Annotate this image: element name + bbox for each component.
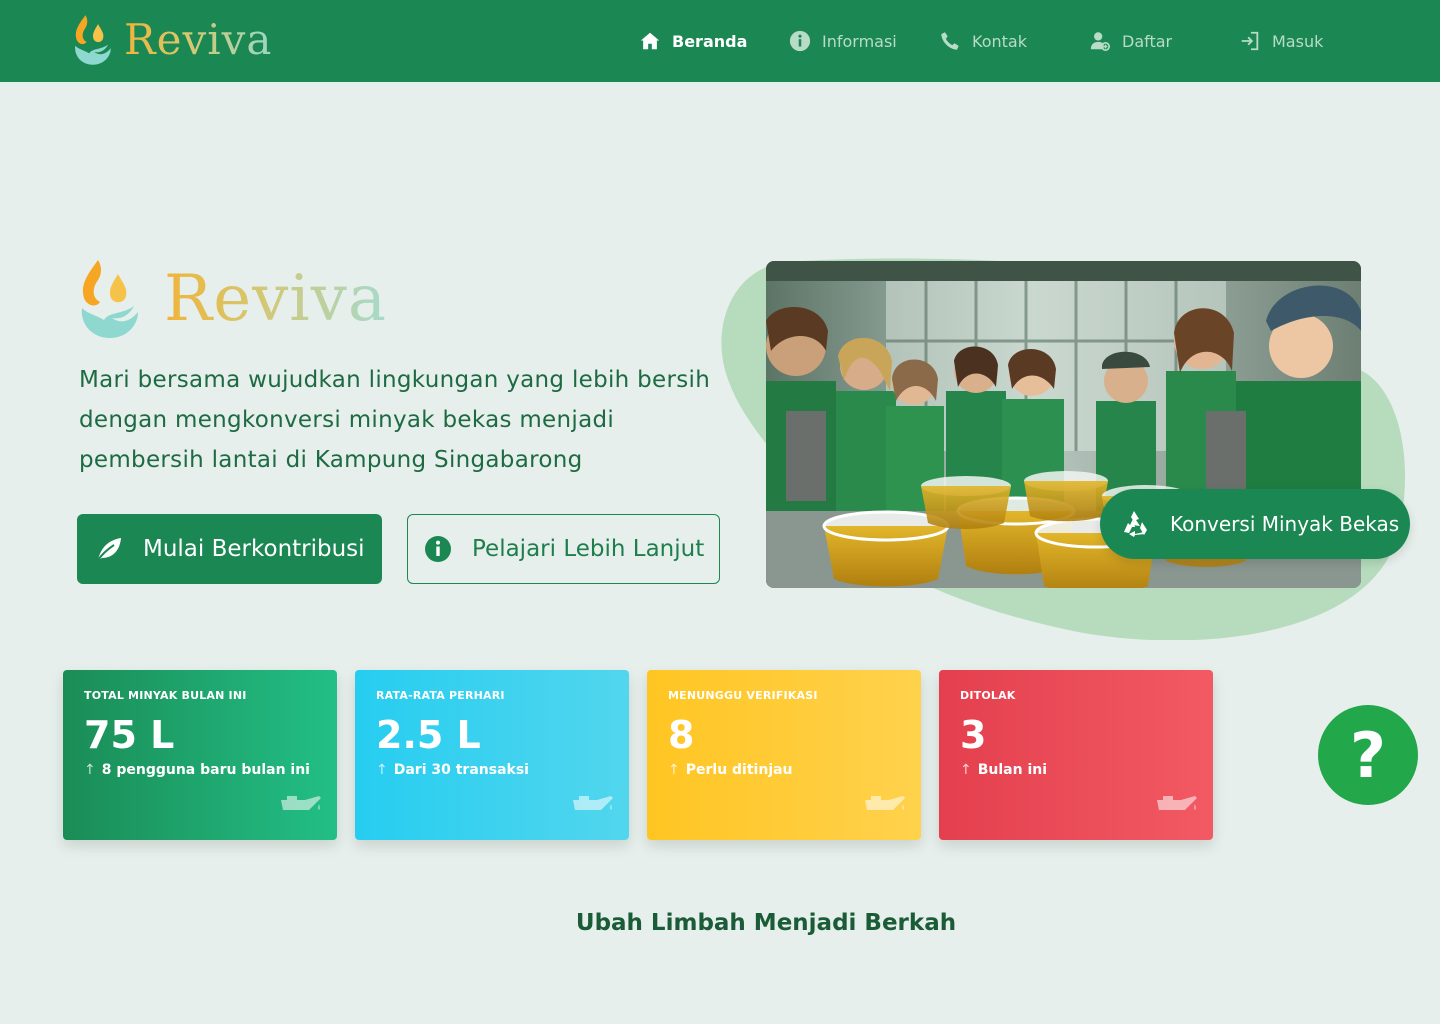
arrow-up-icon: ↑ — [668, 762, 680, 778]
nav-item-kontak[interactable]: Kontak — [938, 26, 1027, 56]
hero-description: Mari bersama wujudkan lingkungan yang le… — [79, 367, 711, 473]
navbar-logo[interactable]: Reviva — [72, 14, 272, 66]
nav-item-beranda[interactable]: Beranda — [638, 26, 747, 56]
info-icon — [425, 536, 451, 562]
top-navbar: Reviva Beranda Informasi Kontak Daftar M… — [0, 0, 1440, 82]
stat-card-pending-verification: MENUNGGU VERIFIKASI 8 ↑ Perlu ditinjau — [647, 670, 921, 840]
nav-label: Masuk — [1272, 31, 1324, 51]
user-plus-icon — [1088, 29, 1112, 53]
nav-label: Beranda — [672, 31, 748, 51]
nav-item-daftar[interactable]: Daftar — [1088, 26, 1172, 56]
arrow-up-icon: ↑ — [84, 762, 96, 778]
section-title: Ubah Limbah Menjadi Berkah — [575, 910, 957, 936]
phone-icon — [938, 29, 962, 53]
nav-label: Kontak — [972, 31, 1027, 51]
hero-brand-name: Reviva — [164, 258, 387, 340]
hero-logo: Reviva — [78, 258, 387, 340]
stat-sub-text: Perlu ditinjau — [685, 762, 793, 778]
oil-can-icon — [573, 796, 613, 810]
reviva-logo-icon — [75, 15, 111, 65]
stat-label: RATA-RATA PERHARI — [376, 689, 505, 702]
learn-more-label: Pelajari Lebih Lanjut — [472, 536, 705, 562]
nav-item-informasi[interactable]: Informasi — [788, 26, 897, 56]
nav-label: Informasi — [822, 31, 897, 51]
stat-card-total: TOTAL MINYAK BULAN INI 75 L ↑ 8 pengguna … — [63, 670, 337, 840]
recycle-icon — [1124, 511, 1147, 537]
stat-card-daily-average: RATA-RATA PERHARI 2.5 L ↑ Dari 30 transak… — [355, 670, 629, 840]
stat-label: DITOLAK — [960, 689, 1016, 702]
info-icon — [788, 29, 812, 53]
nav-label: Daftar — [1122, 31, 1173, 51]
stat-value: 8 — [668, 713, 695, 757]
stat-label: MENUNGGU VERIFIKASI — [668, 689, 818, 702]
stat-sub: ↑ Bulan ini — [960, 762, 1047, 778]
help-button[interactable]: ? — [1318, 705, 1418, 805]
oil-can-icon — [1157, 796, 1197, 810]
stat-sub-text: Bulan ini — [977, 762, 1048, 778]
start-contributing-button[interactable]: Mulai Berkontribusi — [77, 514, 382, 584]
stat-label: TOTAL MINYAK BULAN INI — [84, 689, 247, 702]
stat-value: 75 L — [84, 713, 175, 757]
home-icon — [638, 29, 662, 53]
stat-sub-text: 8 pengguna baru bulan ini — [101, 762, 310, 778]
stat-value: 3 — [960, 713, 987, 757]
leaf-icon — [97, 538, 121, 561]
learn-more-button[interactable]: Pelajari Lebih Lanjut — [407, 514, 720, 584]
reviva-logo-icon — [81, 260, 138, 338]
arrow-up-icon: ↑ — [960, 762, 972, 778]
login-icon — [1238, 29, 1262, 53]
stat-sub: ↑ Perlu ditinjau — [668, 762, 793, 778]
navbar-brand-name: Reviva — [124, 15, 273, 64]
convert-oil-label: Konversi Minyak Bekas — [1170, 512, 1400, 536]
stat-value: 2.5 L — [376, 713, 481, 757]
stat-sub: ↑ Dari 30 transaksi — [376, 762, 529, 778]
convert-oil-badge: Konversi Minyak Bekas — [1100, 489, 1410, 559]
oil-can-icon — [281, 796, 321, 810]
oil-can-icon — [865, 796, 905, 810]
start-contributing-label: Mulai Berkontribusi — [143, 536, 365, 562]
arrow-up-icon: ↑ — [376, 762, 388, 778]
stat-card-rejected: DITOLAK 3 ↑ Bulan ini — [939, 670, 1213, 840]
nav-item-masuk[interactable]: Masuk — [1238, 26, 1323, 56]
stat-sub-text: Dari 30 transaksi — [393, 762, 529, 778]
stat-sub: ↑ 8 pengguna baru bulan ini — [84, 762, 310, 778]
